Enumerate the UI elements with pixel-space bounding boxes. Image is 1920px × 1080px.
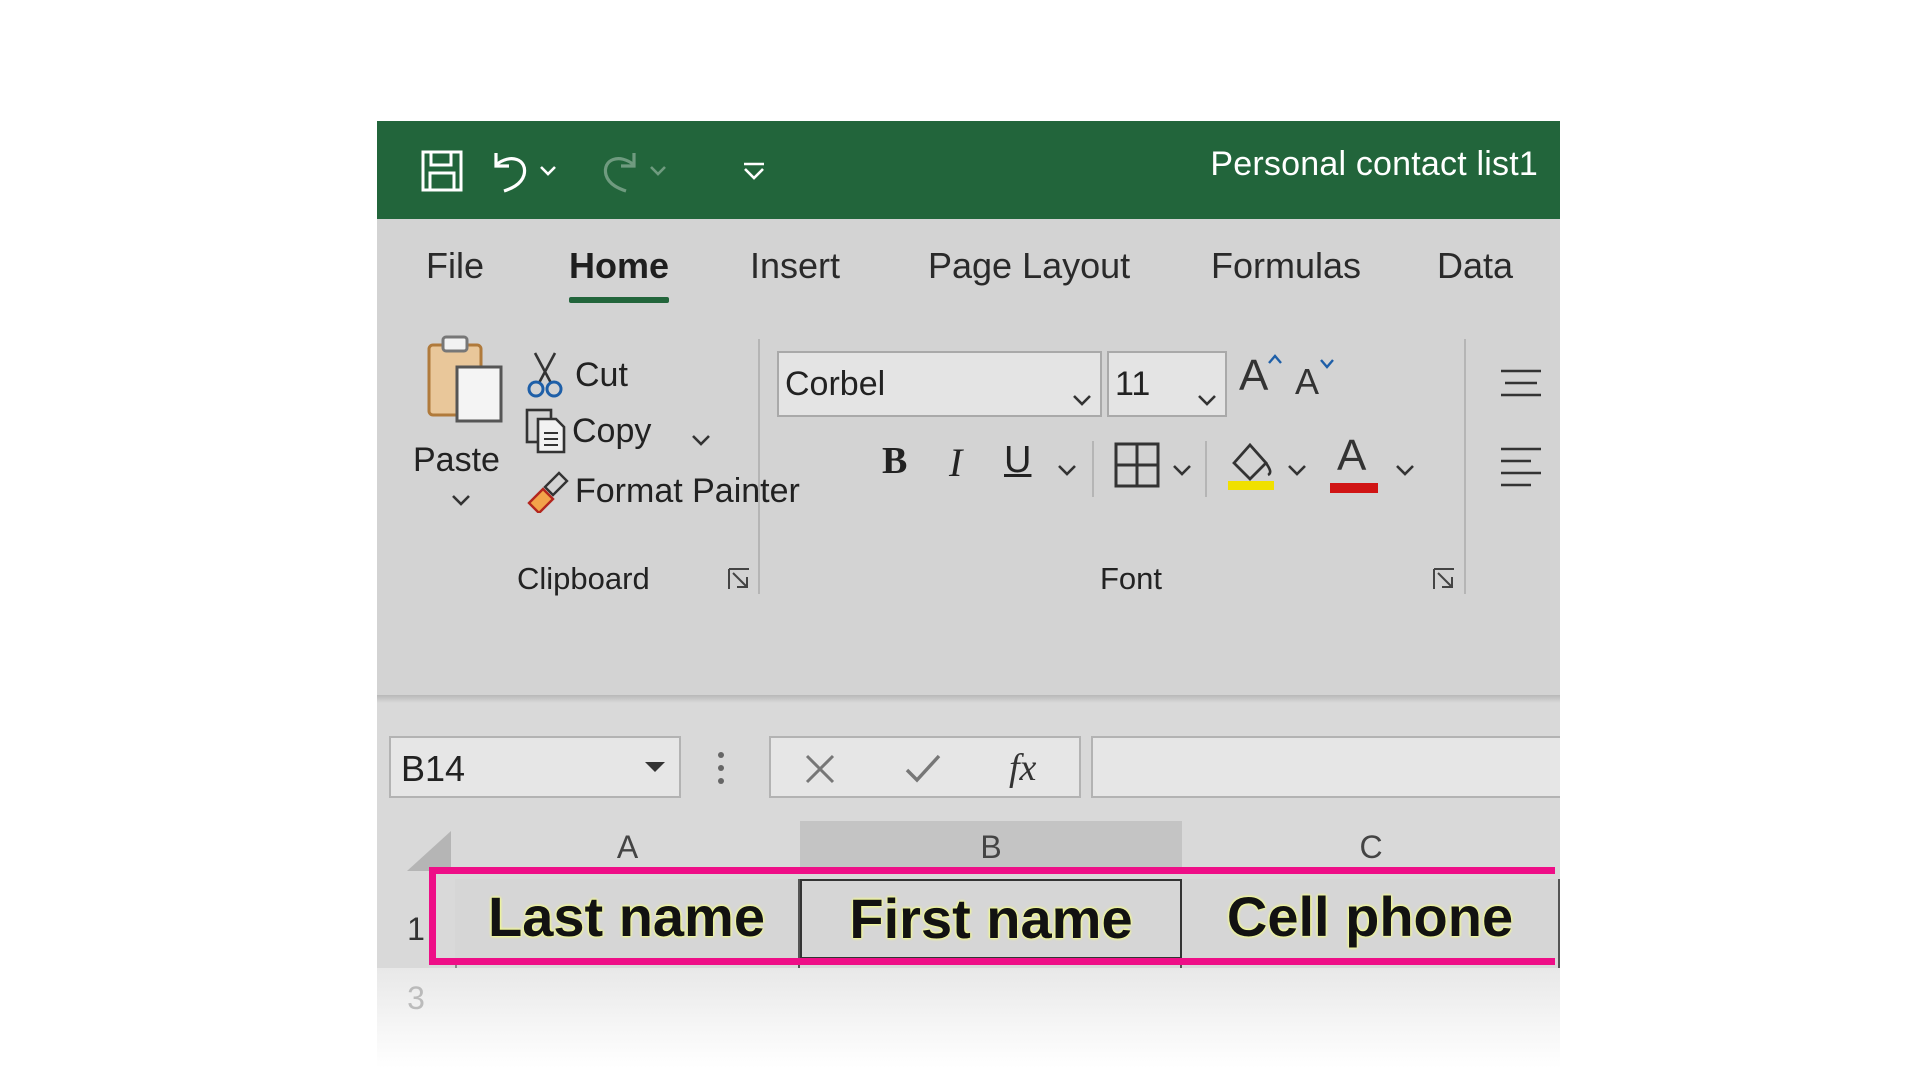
copy-icon bbox=[524, 407, 570, 455]
underline-button[interactable]: U bbox=[1004, 439, 1031, 482]
highlight-box bbox=[429, 867, 1555, 965]
copy-button[interactable]: Copy bbox=[524, 407, 651, 455]
save-icon[interactable] bbox=[417, 146, 467, 196]
ribbon-separator bbox=[758, 339, 760, 594]
fill-color-dropdown-chevron-icon[interactable] bbox=[1287, 463, 1307, 482]
tab-file[interactable]: File bbox=[426, 245, 484, 287]
cut-label: Cut bbox=[575, 355, 628, 394]
font-group-label: Font bbox=[1100, 561, 1163, 596]
align-left-icon[interactable] bbox=[1499, 445, 1543, 496]
font-size-combo[interactable]: 11 bbox=[1107, 351, 1227, 417]
tab-home[interactable]: Home bbox=[569, 245, 670, 303]
tab-insert[interactable]: Insert bbox=[750, 245, 840, 287]
tab-data[interactable]: Data bbox=[1437, 245, 1513, 287]
clipboard-group-label: Clipboard bbox=[517, 561, 650, 596]
font-dialog-launcher-icon[interactable] bbox=[1432, 567, 1456, 591]
paste-button[interactable]: Paste bbox=[413, 333, 509, 523]
tab-page-layout[interactable]: Page Layout bbox=[928, 245, 1130, 287]
name-box-value: B14 bbox=[401, 748, 466, 789]
grow-font-button[interactable]: A bbox=[1239, 351, 1282, 401]
excel-window: Personal contact list1 File Home Insert … bbox=[377, 121, 1560, 971]
paste-icon bbox=[425, 333, 509, 434]
customize-toolbar-icon[interactable] bbox=[739, 146, 769, 196]
align-top-icon[interactable] bbox=[1499, 367, 1543, 406]
font-size-chevron-icon bbox=[1197, 377, 1217, 416]
borders-dropdown-chevron-icon[interactable] bbox=[1172, 463, 1192, 482]
paintbrush-icon bbox=[525, 469, 571, 515]
tab-formulas[interactable]: Formulas bbox=[1211, 245, 1361, 287]
cancel-icon[interactable] bbox=[803, 752, 837, 786]
shrink-font-button[interactable]: A bbox=[1295, 359, 1334, 403]
column-header-a[interactable]: A bbox=[455, 821, 800, 871]
document-title: Personal contact list1 bbox=[1210, 145, 1538, 183]
undo-dropdown-chevron-icon[interactable] bbox=[533, 146, 563, 196]
column-header-c[interactable]: C bbox=[1182, 821, 1560, 871]
bold-button[interactable]: B bbox=[882, 439, 907, 483]
italic-button[interactable]: I bbox=[949, 439, 962, 486]
grow-font-letter: A bbox=[1239, 351, 1269, 400]
scissors-icon bbox=[527, 351, 567, 399]
font-size-value: 11 bbox=[1115, 364, 1151, 403]
formula-bar-grip-icon[interactable] bbox=[717, 751, 725, 790]
enter-check-icon[interactable] bbox=[903, 752, 943, 786]
redo-icon[interactable] bbox=[595, 146, 645, 196]
ribbon-separator bbox=[1205, 441, 1207, 497]
ribbon-home: Paste Cut Copy Format Painter Clipboard … bbox=[377, 321, 1560, 696]
formula-input[interactable] bbox=[1091, 736, 1560, 798]
paste-dropdown-chevron-icon[interactable] bbox=[451, 493, 471, 512]
paste-label: Paste bbox=[413, 441, 500, 479]
column-header-b[interactable]: B bbox=[800, 821, 1182, 871]
insert-function-button[interactable]: fx bbox=[1009, 746, 1036, 790]
ribbon-separator bbox=[1464, 339, 1466, 594]
redo-dropdown-chevron-icon[interactable] bbox=[643, 146, 673, 196]
ribbon-shadow bbox=[377, 695, 1560, 703]
font-color-dropdown-chevron-icon[interactable] bbox=[1395, 463, 1415, 482]
name-box-dropdown-icon[interactable] bbox=[643, 760, 667, 774]
title-bar: Personal contact list1 bbox=[377, 121, 1560, 219]
format-painter-label: Format Painter bbox=[575, 471, 800, 510]
font-name-value: Corbel bbox=[785, 364, 886, 403]
shrink-font-letter: A bbox=[1295, 361, 1320, 402]
underline-dropdown-chevron-icon[interactable] bbox=[1057, 463, 1077, 482]
borders-icon[interactable] bbox=[1113, 441, 1161, 494]
undo-icon[interactable] bbox=[485, 146, 535, 196]
copy-label: Copy bbox=[572, 411, 652, 450]
fill-color-icon[interactable] bbox=[1224, 437, 1276, 498]
ribbon-tabs: File Home Insert Page Layout Formulas Da… bbox=[377, 219, 1560, 321]
row-header-3-reflection: 3 bbox=[407, 980, 425, 1016]
formula-buttons: fx bbox=[769, 736, 1081, 798]
font-color-swatch bbox=[1330, 483, 1378, 493]
name-box[interactable]: B14 bbox=[389, 736, 681, 798]
ribbon-separator bbox=[1092, 441, 1094, 497]
copy-dropdown-chevron-icon[interactable] bbox=[691, 433, 711, 452]
font-name-chevron-icon bbox=[1072, 377, 1092, 416]
font-color-letter: A bbox=[1337, 431, 1367, 480]
font-name-combo[interactable]: Corbel bbox=[777, 351, 1102, 417]
clipboard-dialog-launcher-icon[interactable] bbox=[727, 567, 751, 591]
cut-button[interactable]: Cut bbox=[527, 351, 628, 399]
font-color-button[interactable]: A bbox=[1330, 431, 1380, 495]
reflection-fade: 3 bbox=[377, 968, 1560, 1068]
